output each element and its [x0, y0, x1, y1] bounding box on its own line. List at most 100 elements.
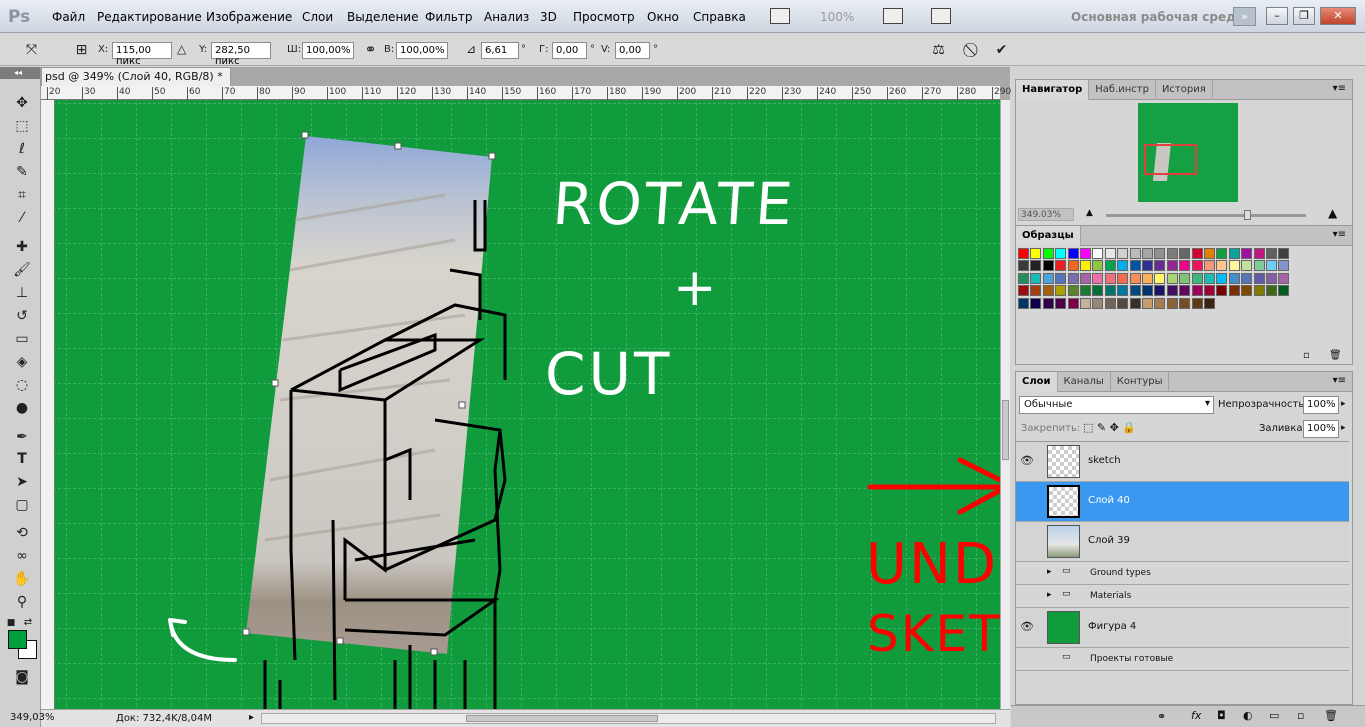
color-swatch[interactable] [1080, 285, 1091, 297]
color-swatch[interactable] [1055, 285, 1067, 297]
color-swatch[interactable] [1117, 272, 1129, 284]
pen-tool-icon[interactable]: ✒ [11, 427, 33, 447]
tab-navigator[interactable]: Навигатор [1016, 80, 1090, 100]
x-field[interactable]: 115,00 пикс [112, 42, 172, 67]
color-swatch[interactable] [1030, 248, 1042, 259]
type-tool-icon[interactable]: T [11, 449, 33, 469]
color-swatch[interactable] [1018, 272, 1029, 284]
layers-menu-icon[interactable]: ▾≡ [1333, 375, 1346, 386]
color-swatch[interactable] [1191, 248, 1203, 259]
color-swatch[interactable] [1129, 260, 1141, 272]
expand-arrow-icon[interactable]: ▸ [1047, 567, 1052, 577]
screen-mode-icon[interactable] [931, 8, 951, 24]
foreground-color-swatch[interactable] [8, 630, 27, 649]
zoom-in-icon[interactable]: ▲ [1328, 206, 1337, 220]
color-swatch[interactable] [1216, 260, 1228, 272]
color-swatch[interactable] [1204, 260, 1215, 272]
new-swatch-icon[interactable]: ▫ [1303, 350, 1310, 361]
color-swatch[interactable] [1278, 285, 1290, 297]
navigator-zoom-field[interactable]: 349.03% [1018, 208, 1074, 221]
tab-swatches[interactable]: Образцы [1016, 226, 1081, 246]
menu-analysis[interactable]: Анализ [484, 10, 529, 24]
color-swatch[interactable] [1055, 272, 1067, 284]
crop-tool-icon[interactable]: ⌗ [11, 185, 33, 205]
layer-row-layer-39[interactable]: Слой 39 [1016, 522, 1349, 562]
path-select-icon[interactable]: ➤ [11, 472, 33, 492]
color-swatch[interactable] [1278, 260, 1290, 272]
color-swatch[interactable] [1142, 248, 1153, 259]
vertical-scrollbar[interactable] [1000, 100, 1010, 709]
color-swatch[interactable] [1117, 248, 1129, 259]
color-swatch[interactable] [1018, 285, 1029, 297]
healing-tool-icon[interactable]: ✚ [11, 237, 33, 257]
color-swatch[interactable] [1067, 272, 1079, 284]
color-swatch[interactable] [1042, 285, 1054, 297]
3d-orbit-icon[interactable]: ∞ [11, 546, 33, 566]
lasso-tool-icon[interactable]: ℓ [11, 139, 33, 159]
color-swatch[interactable] [1092, 248, 1104, 259]
color-swatch[interactable] [1129, 285, 1141, 297]
stamp-tool-icon[interactable]: ⊥ [11, 283, 33, 303]
document-tab[interactable]: psd @ 349% (Слой 40, RGB/8) * [41, 67, 231, 86]
color-swatch[interactable] [1142, 272, 1153, 284]
tab-paths[interactable]: Контуры [1111, 372, 1170, 392]
close-icon[interactable]: ✕ [1320, 7, 1356, 25]
warp-mode-icon[interactable]: ⚖ [929, 41, 948, 60]
menu-select[interactable]: Выделение [347, 10, 418, 24]
horizontal-scrollbar[interactable] [261, 713, 996, 724]
color-swatch[interactable] [1067, 297, 1079, 309]
navigator-view-box[interactable] [1144, 144, 1197, 175]
color-swatch[interactable] [1253, 272, 1265, 284]
layer-mask-icon[interactable]: ◘ [1217, 709, 1226, 722]
move-tool-icon[interactable]: ✥ [11, 93, 33, 113]
horizontal-ruler[interactable]: 20 30 40 50 60 70 80 90 100 110 120 130 140 150 160 170… [41, 86, 1011, 100]
color-swatch[interactable] [1092, 297, 1104, 309]
menu-window[interactable]: Окно [647, 10, 679, 24]
commit-transform-icon[interactable]: ✔ [992, 41, 1011, 60]
navigator-zoom-knob[interactable] [1244, 210, 1251, 220]
lock-icons[interactable]: ⬚ ✎ ✥ 🔒 [1083, 421, 1136, 434]
shape-tool-icon[interactable]: ▢ [11, 495, 33, 515]
adjustment-layer-icon[interactable]: ◐ [1243, 709, 1253, 722]
color-swatch[interactable] [1129, 272, 1141, 284]
color-swatch[interactable] [1030, 272, 1042, 284]
color-swatch[interactable] [1266, 272, 1277, 284]
tab-history[interactable]: История [1156, 80, 1213, 100]
zoom-level[interactable]: 100% [820, 10, 854, 24]
color-swatch[interactable] [1228, 285, 1240, 297]
color-swatch[interactable] [1166, 248, 1178, 259]
color-swatch[interactable] [1179, 272, 1191, 284]
color-swatch[interactable] [1067, 248, 1079, 259]
color-swatch[interactable] [1018, 297, 1029, 309]
menu-layers[interactable]: Слои [302, 10, 333, 24]
layer-row-sketch[interactable]: 👁 sketch [1016, 442, 1349, 482]
quick-mask-icon[interactable]: ◙ [11, 667, 33, 687]
color-swatch[interactable] [1042, 272, 1054, 284]
menu-image[interactable]: Изображение [206, 10, 292, 24]
color-swatch[interactable] [1241, 248, 1253, 259]
new-group-icon[interactable]: ▭ [1269, 709, 1279, 722]
color-swatch[interactable] [1142, 297, 1153, 309]
color-swatch[interactable] [1191, 272, 1203, 284]
color-swatch[interactable] [1030, 260, 1042, 272]
tab-tool-presets[interactable]: Наб.инстр [1089, 80, 1156, 100]
color-swatch[interactable] [1129, 297, 1141, 309]
color-swatch[interactable] [1067, 285, 1079, 297]
expand-arrow-icon[interactable]: ▸ [1047, 590, 1052, 600]
horizontal-scroll-thumb[interactable] [466, 715, 658, 722]
color-swatch[interactable] [1080, 272, 1091, 284]
color-swatch[interactable] [1241, 272, 1253, 284]
color-swatch[interactable] [1179, 297, 1191, 309]
color-swatch[interactable] [1080, 248, 1091, 259]
color-swatch[interactable] [1191, 297, 1203, 309]
color-swatch[interactable] [1253, 248, 1265, 259]
color-swatch[interactable] [1166, 260, 1178, 272]
bridge-icon[interactable] [770, 8, 790, 24]
color-swatch[interactable] [1216, 272, 1228, 284]
blend-mode-select[interactable]: Обычные ▾ [1019, 396, 1214, 414]
color-swatch[interactable] [1154, 297, 1166, 309]
color-swatch[interactable] [1042, 297, 1054, 309]
minimize-icon[interactable]: – [1266, 7, 1288, 25]
color-swatch[interactable] [1266, 285, 1277, 297]
status-zoom-outer[interactable]: 349,03% [10, 712, 55, 723]
